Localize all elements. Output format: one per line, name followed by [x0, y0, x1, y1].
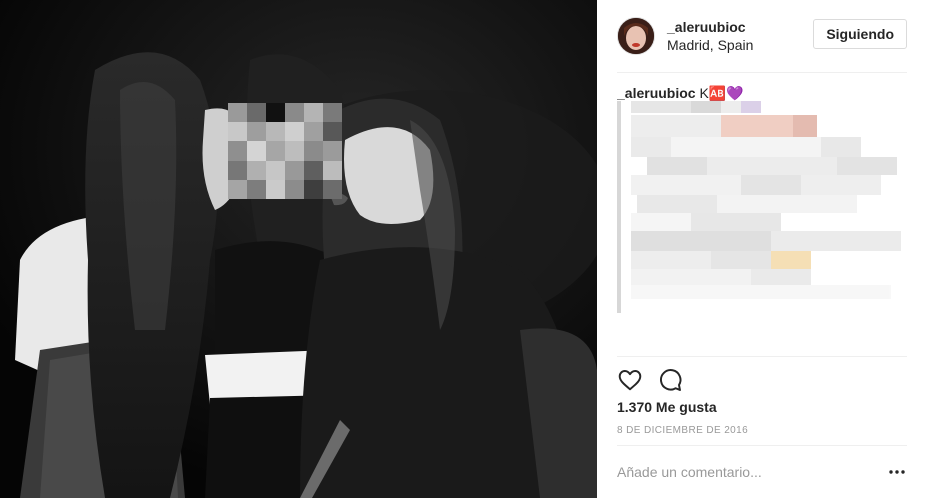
avatar[interactable]: [617, 17, 655, 55]
caption-username-link[interactable]: _aleruubioc: [617, 85, 696, 101]
heart-outline-icon[interactable]: [617, 367, 643, 393]
avatar-image: [618, 18, 654, 54]
likes-count[interactable]: 1.370 Me gusta: [617, 399, 717, 415]
pixelated-face: [228, 103, 342, 199]
caption-text: K🆎: [699, 85, 727, 101]
caption-section: _aleruubioc K🆎💜: [617, 73, 907, 357]
speech-bubble-icon[interactable]: [657, 367, 683, 393]
more-options-icon: [889, 470, 905, 474]
more-options-button[interactable]: [887, 462, 907, 482]
comment-input[interactable]: [617, 464, 887, 480]
photo-image: [0, 0, 597, 498]
caption-line: _aleruubioc K🆎💜: [617, 85, 744, 102]
post-photo[interactable]: [0, 0, 597, 498]
purple-heart-emoji: 💜: [726, 85, 744, 101]
blurred-caption-content: [617, 101, 901, 313]
instagram-post: _aleruubioc Madrid, Spain Siguiendo _ale…: [0, 0, 925, 498]
username-link[interactable]: _aleruubioc: [667, 18, 753, 36]
header-text: _aleruubioc Madrid, Spain: [667, 18, 753, 54]
action-icons: [617, 367, 683, 393]
comment-bar: [617, 445, 907, 498]
following-button[interactable]: Siguiendo: [813, 19, 907, 49]
post-header: _aleruubioc Madrid, Spain Siguiendo: [617, 0, 907, 73]
post-side-panel: _aleruubioc Madrid, Spain Siguiendo _ale…: [597, 0, 925, 498]
location-link[interactable]: Madrid, Spain: [667, 36, 753, 54]
post-date[interactable]: 8 DE DICIEMBRE DE 2016: [617, 425, 748, 436]
